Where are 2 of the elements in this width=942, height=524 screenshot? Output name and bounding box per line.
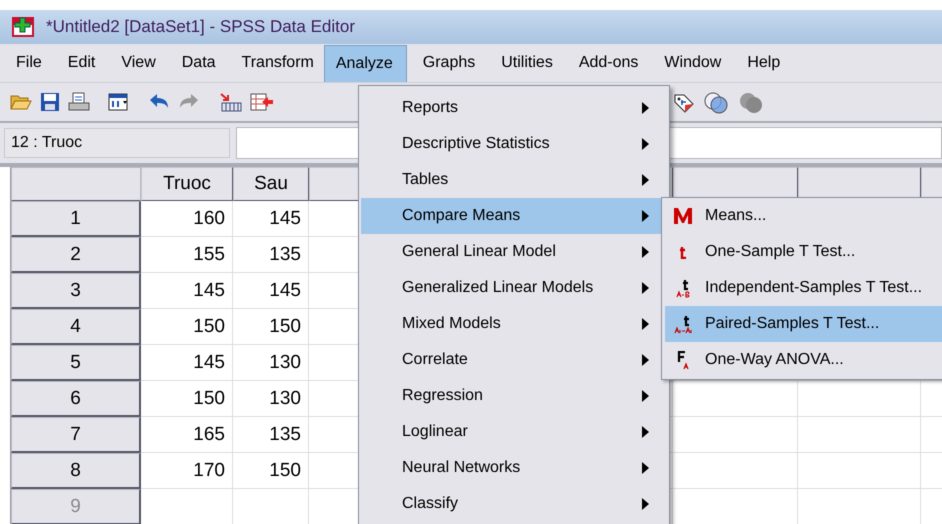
- window-title: *Untitled2 [DataSet1] - SPSS Data Editor: [46, 17, 355, 37]
- cell-reference: 12 : Truoc: [4, 128, 230, 158]
